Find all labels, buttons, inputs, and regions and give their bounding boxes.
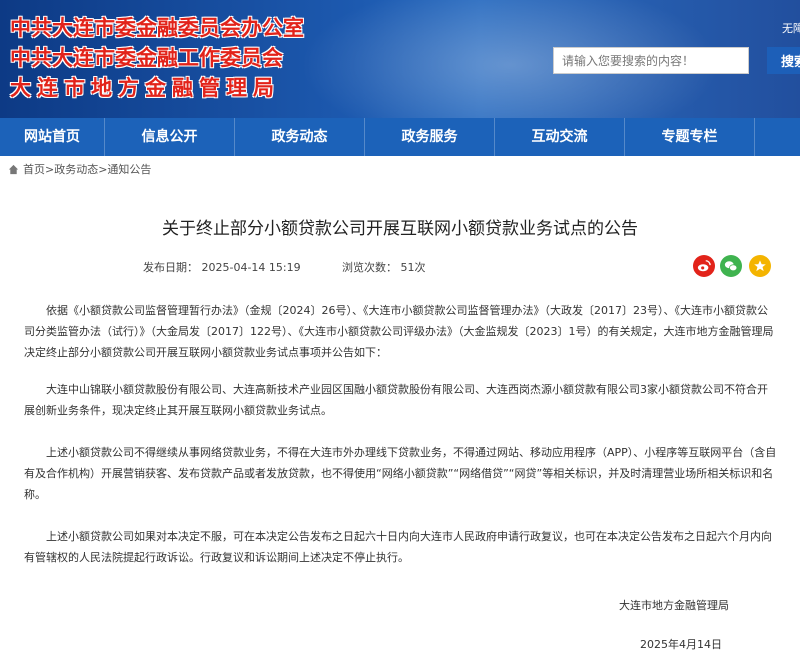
breadcrumb-text[interactable]: 首页>政务动态>通知公告: [23, 161, 151, 177]
accessibility-link[interactable]: 无障: [782, 20, 800, 36]
article-signature: 大连市地方金融管理局: [619, 599, 729, 612]
brand-line-3: 大连市地方金融管理局: [10, 76, 280, 100]
home-icon: [8, 164, 19, 174]
brand-line-1: 中共大连市委金融委员会办公室: [10, 16, 304, 40]
article-paragraph: 上述小额贷款公司不得继续从事网络贷款业务，不得在大连市外办理线下贷款业务，不得通…: [24, 446, 777, 501]
search-input[interactable]: [553, 47, 749, 74]
share-weibo-button[interactable]: [693, 255, 715, 277]
site-header: 中共大连市委金融委员会办公室 中共大连市委金融工作委员会 大连市地方金融管理局 …: [0, 0, 800, 118]
article-paragraph: 大连中山锦联小额贷款股份有限公司、大连高新技术产业园区国融小额贷款股份有限公司、…: [24, 383, 768, 417]
share-qzone-button[interactable]: [749, 255, 771, 277]
nav-item-special-topics[interactable]: 专题专栏: [625, 118, 755, 156]
article-body: 依据《小额贷款公司监督管理暂行办法》（金规〔2024〕26号）、《大连市小额贷款…: [24, 300, 778, 589]
brand-line-2: 中共大连市委金融工作委员会: [10, 46, 283, 70]
article-title: 关于终止部分小额贷款公司开展互联网小额贷款业务试点的公告: [162, 219, 638, 239]
article-paragraph: 依据《小额贷款公司监督管理暂行办法》（金规〔2024〕26号）、《大连市小额贷款…: [24, 304, 774, 359]
nav-item-info-disclosure[interactable]: 信息公开: [105, 118, 235, 156]
publish-date: 发布日期： 2025-04-14 15:19: [143, 261, 301, 274]
nav-item-gov-services[interactable]: 政务服务: [365, 118, 495, 156]
view-count: 浏览次数： 51次: [342, 261, 426, 274]
nav-item-interaction[interactable]: 互动交流: [495, 118, 625, 156]
wechat-icon: [724, 261, 738, 272]
breadcrumb: 首页>政务动态>通知公告: [8, 161, 151, 177]
main-nav: 网站首页 信息公开 政务动态 政务服务 互动交流 专题专栏: [0, 118, 800, 156]
weibo-icon: [697, 260, 711, 272]
search-button[interactable]: 搜索: [767, 47, 800, 74]
article-sign-date: 2025年4月14日: [640, 638, 722, 651]
share-wechat-button[interactable]: [720, 255, 742, 277]
article-paragraph: 上述小额贷款公司如果对本决定不服，可在本决定公告发布之日起六十日内向大连市人民政…: [24, 530, 772, 564]
nav-item-gov-news[interactable]: 政务动态: [235, 118, 365, 156]
nav-item-home[interactable]: 网站首页: [0, 118, 105, 156]
qzone-icon: [754, 260, 766, 272]
